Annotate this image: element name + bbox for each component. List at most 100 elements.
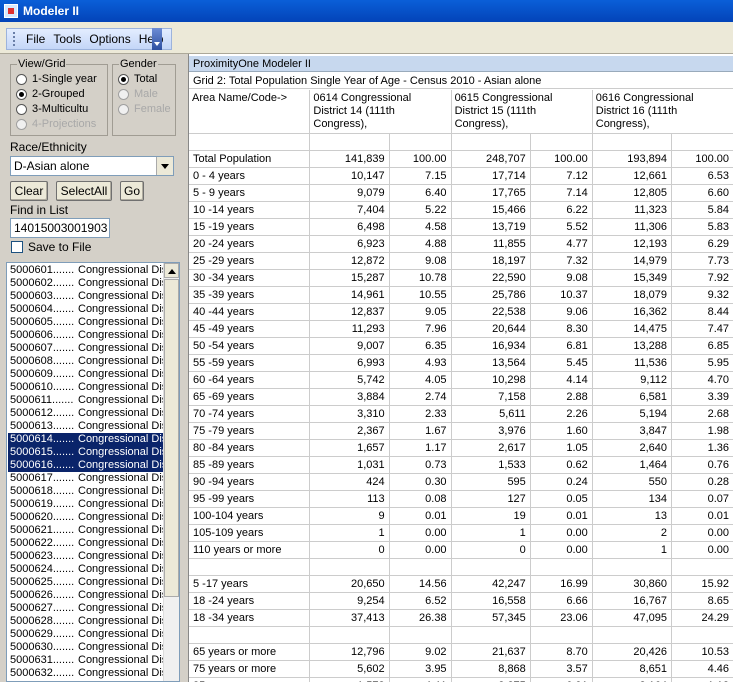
scroll-up-arrow-icon[interactable] [164,263,179,278]
list-item[interactable]: 5000626....... Congressional Dist [8,589,164,602]
list-item[interactable]: 5000622....... Congressional Dist [8,537,164,550]
row-label: 110 years or more [189,541,311,559]
list-item[interactable]: 5000601....... Congressional Dist [8,264,164,277]
list-item-name: Congressional Dist [78,381,164,393]
list-item-name: Congressional Dist [78,264,164,276]
list-item-name: Congressional Dist [78,511,164,523]
list-item[interactable]: 5000632....... Congressional Dist [8,667,164,680]
list-item-name: Congressional Dist [78,407,164,419]
cell-percent: 10.78 [389,269,452,287]
cell-count: 3,310 [309,405,390,423]
toolbar-overflow-chevron-icon[interactable] [152,28,162,50]
table-row: 90 -94 years 424 0.30 595 0.24 550 0.28 [189,473,733,491]
dropdown-arrow-icon[interactable] [156,157,173,175]
list-item[interactable]: 5000621....... Congressional Dist [8,524,164,537]
list-item[interactable]: 5000620....... Congressional Dist [8,511,164,524]
cell-count: 1,657 [309,439,390,457]
list-item[interactable]: 5000613....... Congressional Dist [8,420,164,433]
cell-count: 3,847 [592,422,672,440]
list-item[interactable]: 5000602....... Congressional Dist [8,277,164,290]
list-item[interactable]: 5000614....... Congressional Dist [8,433,164,446]
list-item[interactable]: 5000631....... Congressional Dist [8,654,164,667]
cell-percent: 2.88 [530,388,593,406]
cell-count: 5,194 [592,405,672,423]
list-item[interactable]: 5000611....... Congressional Dist [8,394,164,407]
scroll-thumb[interactable] [164,279,179,597]
list-item[interactable]: 5000606....... Congressional Dist [8,329,164,342]
table-row: 70 -74 years 3,310 2.33 5,611 2.26 5,194 2.68 [189,405,733,423]
cell-count: 16,934 [451,337,531,355]
cell-count: 2,164 [592,677,672,682]
list-item[interactable]: 5000628....... Congressional Dist [8,615,164,628]
view_grid-option[interactable]: 1-Single year [16,73,97,85]
gender-option[interactable]: Total [118,73,157,85]
row-label: 105-109 years [189,524,311,542]
list-item[interactable]: 5000625....... Congressional Dist [8,576,164,589]
list-item[interactable]: 5000616....... Congressional Dist [8,459,164,472]
list-item[interactable]: 5000612....... Congressional Dist [8,407,164,420]
radio-button-icon[interactable] [16,88,27,100]
cell-percent: 0.07 [671,490,733,508]
cell-percent: 3.39 [671,388,733,406]
table-row: 85 -89 years 1,031 0.73 1,533 0.62 1,464 0.76 [189,456,733,474]
list-item-code: 5000625....... [10,576,75,588]
list-item-name: Congressional Dist [78,433,164,445]
select-all-button[interactable]: SelectAll [56,181,112,201]
left-panel: View/Grid 1-Single year 2-Grouped 3-Multic… [0,54,184,682]
table-row: 55 -59 years 6,993 4.93 13,564 5.45 11,536 5.9… [189,354,733,372]
cell-count: 18,079 [592,286,672,304]
cell-count: 2,275 [451,677,531,682]
cell-count: 14,961 [309,286,390,304]
list-item[interactable]: 5000619....... Congressional Dist [8,498,164,511]
list-item[interactable]: 5000629....... Congressional Dist [8,628,164,641]
cell-count: 14,979 [592,252,672,270]
cell-count: 1,464 [592,456,672,474]
cell-count: 14,475 [592,320,672,338]
list-item[interactable]: 5000623....... Congressional Dist [8,550,164,563]
grip-handle-icon[interactable] [13,32,16,46]
cell-count [309,626,390,644]
go-button[interactable]: Go [120,181,144,201]
radio-button-icon[interactable] [118,73,129,85]
table-row: 35 -39 years 14,961 10.55 25,786 10.37 18,079… [189,286,733,304]
menu-options[interactable]: Options [85,32,134,46]
list-item[interactable]: 5000604....... Congressional Dist [8,303,164,316]
menu-tools[interactable]: Tools [49,32,85,46]
list-item[interactable]: 5000615....... Congressional Dist [8,446,164,459]
cell-count: 11,536 [592,354,672,372]
list-item-code: 5000627....... [10,602,75,614]
list-item[interactable]: 5000618....... Congressional Dist [8,485,164,498]
cell-percent: 8.44 [671,303,733,321]
radio-button-icon[interactable] [16,73,27,85]
list-item[interactable]: 5000617....... Congressional Dist [8,472,164,485]
cell-count: 595 [451,473,531,491]
list-item[interactable]: 5000627....... Congressional Dist [8,602,164,615]
cell-percent: 4.70 [671,371,733,389]
view_grid-option[interactable]: 3-Multicultu [16,103,88,115]
menu-file[interactable]: File [22,32,49,46]
list-item[interactable]: 5000609....... Congressional Dist [8,368,164,381]
view_grid-option[interactable]: 2-Grouped [16,88,85,100]
list-item[interactable]: 5000610....... Congressional Dist [8,381,164,394]
table-row: 30 -34 years 15,287 10.78 22,590 9.08 15,349 7… [189,269,733,287]
cell-percent: 4.14 [530,371,593,389]
save-to-file-checkbox[interactable] [11,241,23,253]
list-item[interactable]: 5000624....... Congressional Dist [8,563,164,576]
radio-button-icon[interactable] [16,103,27,115]
list-item[interactable]: 5000630....... Congressional Dist [8,641,164,654]
cell-count: 22,590 [451,269,531,287]
find-in-list-input[interactable]: 14015003001903 [10,218,110,238]
area-listbox[interactable]: 5000601....... Congressional Dist 5000602.… [6,262,180,682]
race-ethnicity-select[interactable]: D-Asian alone [10,156,174,176]
list-item[interactable]: 5000603....... Congressional Dist [8,290,164,303]
list-item[interactable]: 5000605....... Congressional Dist [8,316,164,329]
list-item[interactable]: 5000607....... Congressional Dist [8,342,164,355]
radio-button-icon [118,103,129,115]
clear-button[interactable]: Clear [10,181,48,201]
cell-count: 0 [451,541,531,559]
row-label: Total Population [189,150,311,168]
list-scrollbar[interactable] [163,263,179,681]
table-row: 18 -34 years 37,413 26.38 57,345 23.06 47,095… [189,609,733,627]
cell-percent: 23.06 [530,609,593,627]
list-item[interactable]: 5000608....... Congressional Dist [8,355,164,368]
